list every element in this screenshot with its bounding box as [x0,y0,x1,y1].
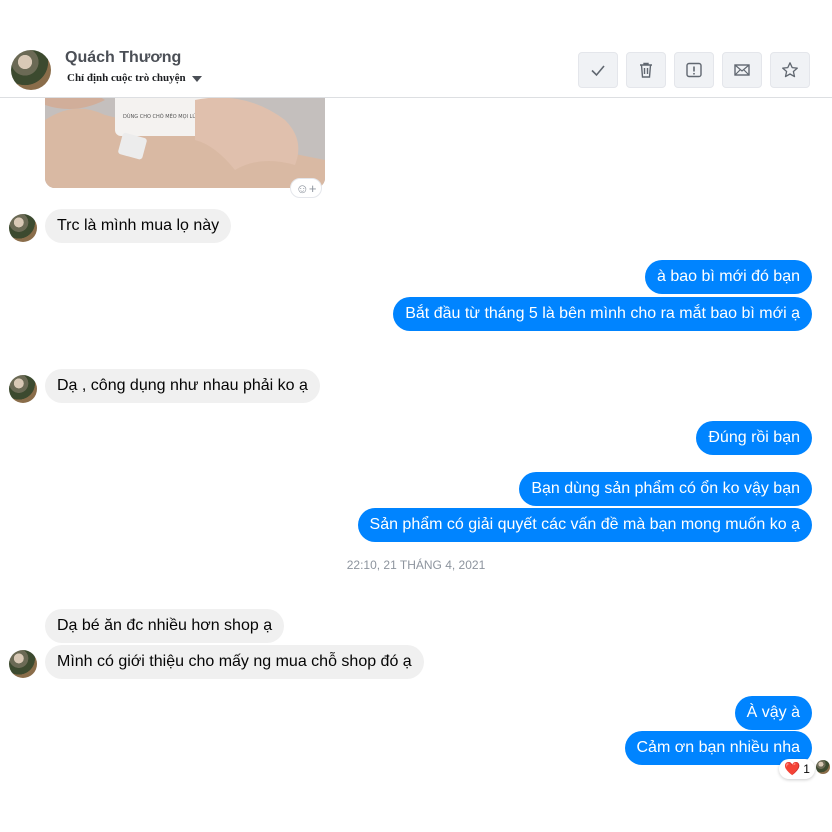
message-bubble-incoming[interactable]: Dạ bé ăn đc nhiều hơn shop ạ [45,609,285,643]
report-button[interactable] [674,52,714,88]
conversation-header: Quách Thương Chỉ định cuộc trò chuyện [0,0,832,98]
contact-avatar-small [9,214,37,242]
message-bubble-outgoing[interactable]: Đúng rồi bạn [696,421,812,455]
mark-done-button[interactable] [578,52,618,88]
message-bubble-outgoing[interactable]: À vậy à [734,696,812,730]
contact-avatar[interactable] [11,50,51,90]
assign-conversation-dropdown[interactable]: Chỉ định cuộc trò chuyện [67,72,202,84]
assign-conversation-label: Chỉ định cuộc trò chuyện [67,72,186,84]
message-bubble-outgoing[interactable]: Sản phẩm có giải quyết các vấn đề mà bạn… [357,508,812,542]
message-reaction[interactable]: ❤️ 1 [779,759,815,779]
star-button[interactable] [770,52,810,88]
seen-indicator-avatar [816,760,830,774]
message-bubble-outgoing[interactable]: à bao bì mới đó bạn [644,260,812,294]
star-icon [782,62,798,78]
reaction-count: 1 [803,762,810,776]
add-reaction-button[interactable]: ☺+ [290,178,322,198]
timestamp-divider: 22:10, 21 THÁNG 4, 2021 [346,558,486,572]
mark-unread-button[interactable] [722,52,762,88]
contact-avatar-small [9,375,37,403]
delete-button[interactable] [626,52,666,88]
check-icon [591,65,605,77]
heart-icon: ❤️ [784,761,801,776]
message-bubble-outgoing[interactable]: Bắt đầu từ tháng 5 là bên mình cho ra mắ… [393,297,812,331]
smiley-plus-icon: ☺+ [295,180,317,196]
mail-icon [734,64,750,76]
caret-down-icon [191,75,202,82]
message-bubble-incoming[interactable]: Dạ , công dụng như nhau phải ko ạ [45,369,320,403]
message-bubble-incoming[interactable]: Trc là mình mua lọ này [45,209,232,243]
contact-avatar-small [9,650,37,678]
message-bubble-incoming[interactable]: Mình có giới thiệu cho mấy ng mua chỗ sh… [45,645,424,679]
report-icon [686,62,702,78]
message-bubble-outgoing[interactable]: Bạn dùng sản phẩm có ổn ko vậy bạn [519,472,812,506]
contact-name[interactable]: Quách Thương [65,49,181,67]
trash-icon [640,62,652,78]
